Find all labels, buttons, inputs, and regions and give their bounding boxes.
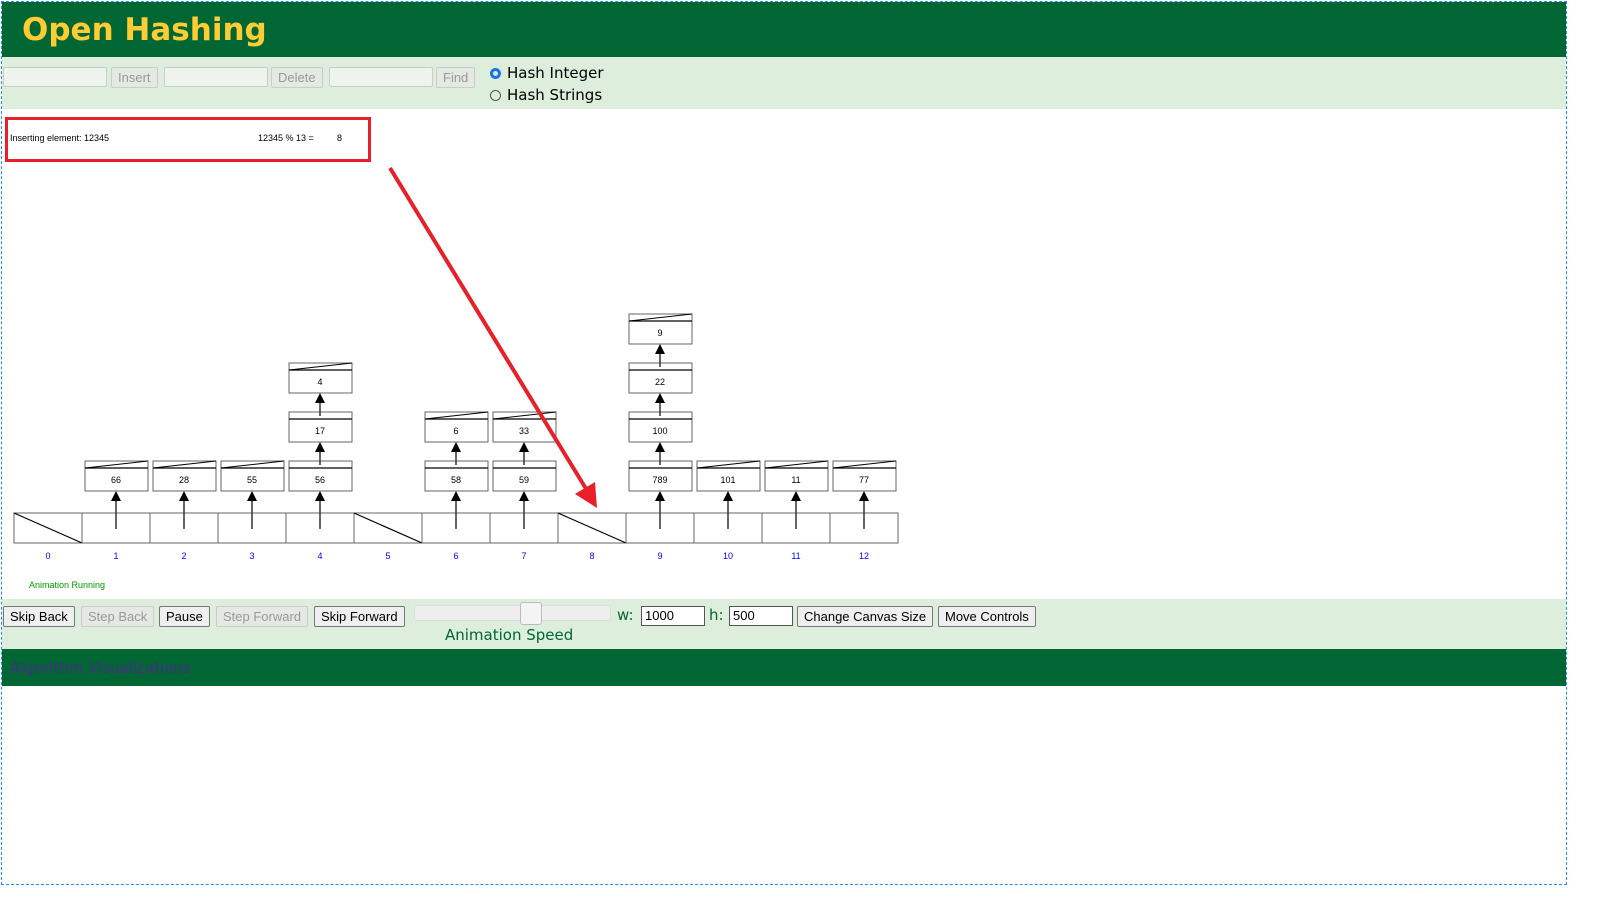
bucket-index: 5 xyxy=(385,551,390,561)
arrow-head xyxy=(791,491,801,501)
skip-forward-button[interactable]: Skip Forward xyxy=(314,606,405,627)
node-value: 55 xyxy=(247,475,257,485)
insert-input[interactable] xyxy=(3,67,107,87)
node-value: 789 xyxy=(652,475,667,485)
radio-hash-strings[interactable]: Hash Strings xyxy=(490,86,602,104)
node-value: 58 xyxy=(451,475,461,485)
delete-input[interactable] xyxy=(164,67,268,87)
message-text: Inserting element: 12345 xyxy=(10,133,110,143)
insert-button[interactable]: Insert xyxy=(111,67,158,88)
arrow-head xyxy=(655,442,665,452)
animation-controls: Skip Back Step Back Pause Step Forward S… xyxy=(2,599,1566,649)
hash-table-canvas: 0 1662283554561745 6586759338 9789100229101… xyxy=(13,166,899,561)
bucket-index: 0 xyxy=(45,551,50,561)
footer: Algorithm Visualizations xyxy=(2,649,1566,686)
arrow-head xyxy=(655,491,665,501)
node-value: 77 xyxy=(859,475,869,485)
footer-link[interactable]: Algorithm Visualizations xyxy=(10,659,191,677)
bucket-index: 10 xyxy=(723,551,733,561)
height-label: h: xyxy=(709,606,724,624)
animation-speed-slider[interactable] xyxy=(414,602,611,625)
node-value: 59 xyxy=(519,475,529,485)
radio-checked-icon xyxy=(490,67,501,79)
radio-unchecked-icon xyxy=(490,89,501,101)
node-value: 17 xyxy=(315,426,325,436)
arrow-head xyxy=(451,442,461,452)
node-value: 33 xyxy=(519,426,529,436)
animation-speed-label: Animation Speed xyxy=(445,626,574,644)
arrow-head xyxy=(859,491,869,501)
arrow-head xyxy=(111,491,121,501)
node-value: 66 xyxy=(111,475,121,485)
node-value: 11 xyxy=(791,475,800,485)
slider-thumb[interactable] xyxy=(520,602,542,625)
bucket-index: 12 xyxy=(859,551,869,561)
arrow-head xyxy=(519,442,529,452)
move-controls-button[interactable]: Move Controls xyxy=(938,606,1036,627)
hash-formula: 12345 % 13 = xyxy=(258,133,314,143)
node-value: 9 xyxy=(657,328,662,338)
node-value: 28 xyxy=(179,475,189,485)
arrow-head xyxy=(315,442,325,452)
bucket-index: 4 xyxy=(317,551,322,561)
node-value: 6 xyxy=(453,426,458,436)
arrow-head xyxy=(655,344,665,354)
find-input[interactable] xyxy=(329,67,433,87)
arrow-head xyxy=(315,393,325,403)
radio-hash-integer[interactable]: Hash Integer xyxy=(490,64,604,82)
find-button[interactable]: Find xyxy=(436,67,476,88)
hash-result: 8 xyxy=(337,133,343,143)
change-canvas-size-button[interactable]: Change Canvas Size xyxy=(797,606,934,627)
arrow-head xyxy=(519,491,529,501)
node-value: 100 xyxy=(652,426,667,436)
bucket-index: 8 xyxy=(589,551,594,561)
bucket-index: 6 xyxy=(453,551,458,561)
arrow-head xyxy=(315,491,325,501)
algorithm-controls: Insert Delete Find Hash Integer Hash Str… xyxy=(2,57,1566,109)
arrow-head xyxy=(247,491,257,501)
bucket-index: 7 xyxy=(521,551,526,561)
header: Open Hashing xyxy=(2,2,1566,57)
arrow-head xyxy=(655,393,665,403)
node-value: 22 xyxy=(655,377,665,387)
delete-button[interactable]: Delete xyxy=(271,67,323,88)
page-title: Open Hashing xyxy=(22,12,267,48)
pause-button[interactable]: Pause xyxy=(159,606,210,627)
skip-back-button[interactable]: Skip Back xyxy=(3,606,75,627)
step-forward-button[interactable]: Step Forward xyxy=(216,606,309,627)
step-back-button[interactable]: Step Back xyxy=(81,606,155,627)
bucket-index: 11 xyxy=(791,551,800,561)
canvas-height-input[interactable]: 500 xyxy=(729,606,793,626)
bucket-index: 9 xyxy=(657,551,662,561)
bucket-index: 3 xyxy=(249,551,254,561)
node-value: 56 xyxy=(315,475,325,485)
node-value: 101 xyxy=(720,475,735,485)
width-label: w: xyxy=(617,606,634,624)
bucket-index: 1 xyxy=(113,551,118,561)
radio-label: Hash Integer xyxy=(507,64,604,82)
radio-label: Hash Strings xyxy=(507,86,603,104)
node-value: 4 xyxy=(317,377,322,387)
arrow-head xyxy=(179,491,189,501)
animation-status: Animation Running xyxy=(29,580,106,590)
arrow-head xyxy=(723,491,733,501)
bucket-index: 2 xyxy=(181,551,186,561)
canvas-width-input[interactable]: 1000 xyxy=(641,606,705,626)
arrow-head xyxy=(451,491,461,501)
annotation-arrow xyxy=(388,166,590,494)
